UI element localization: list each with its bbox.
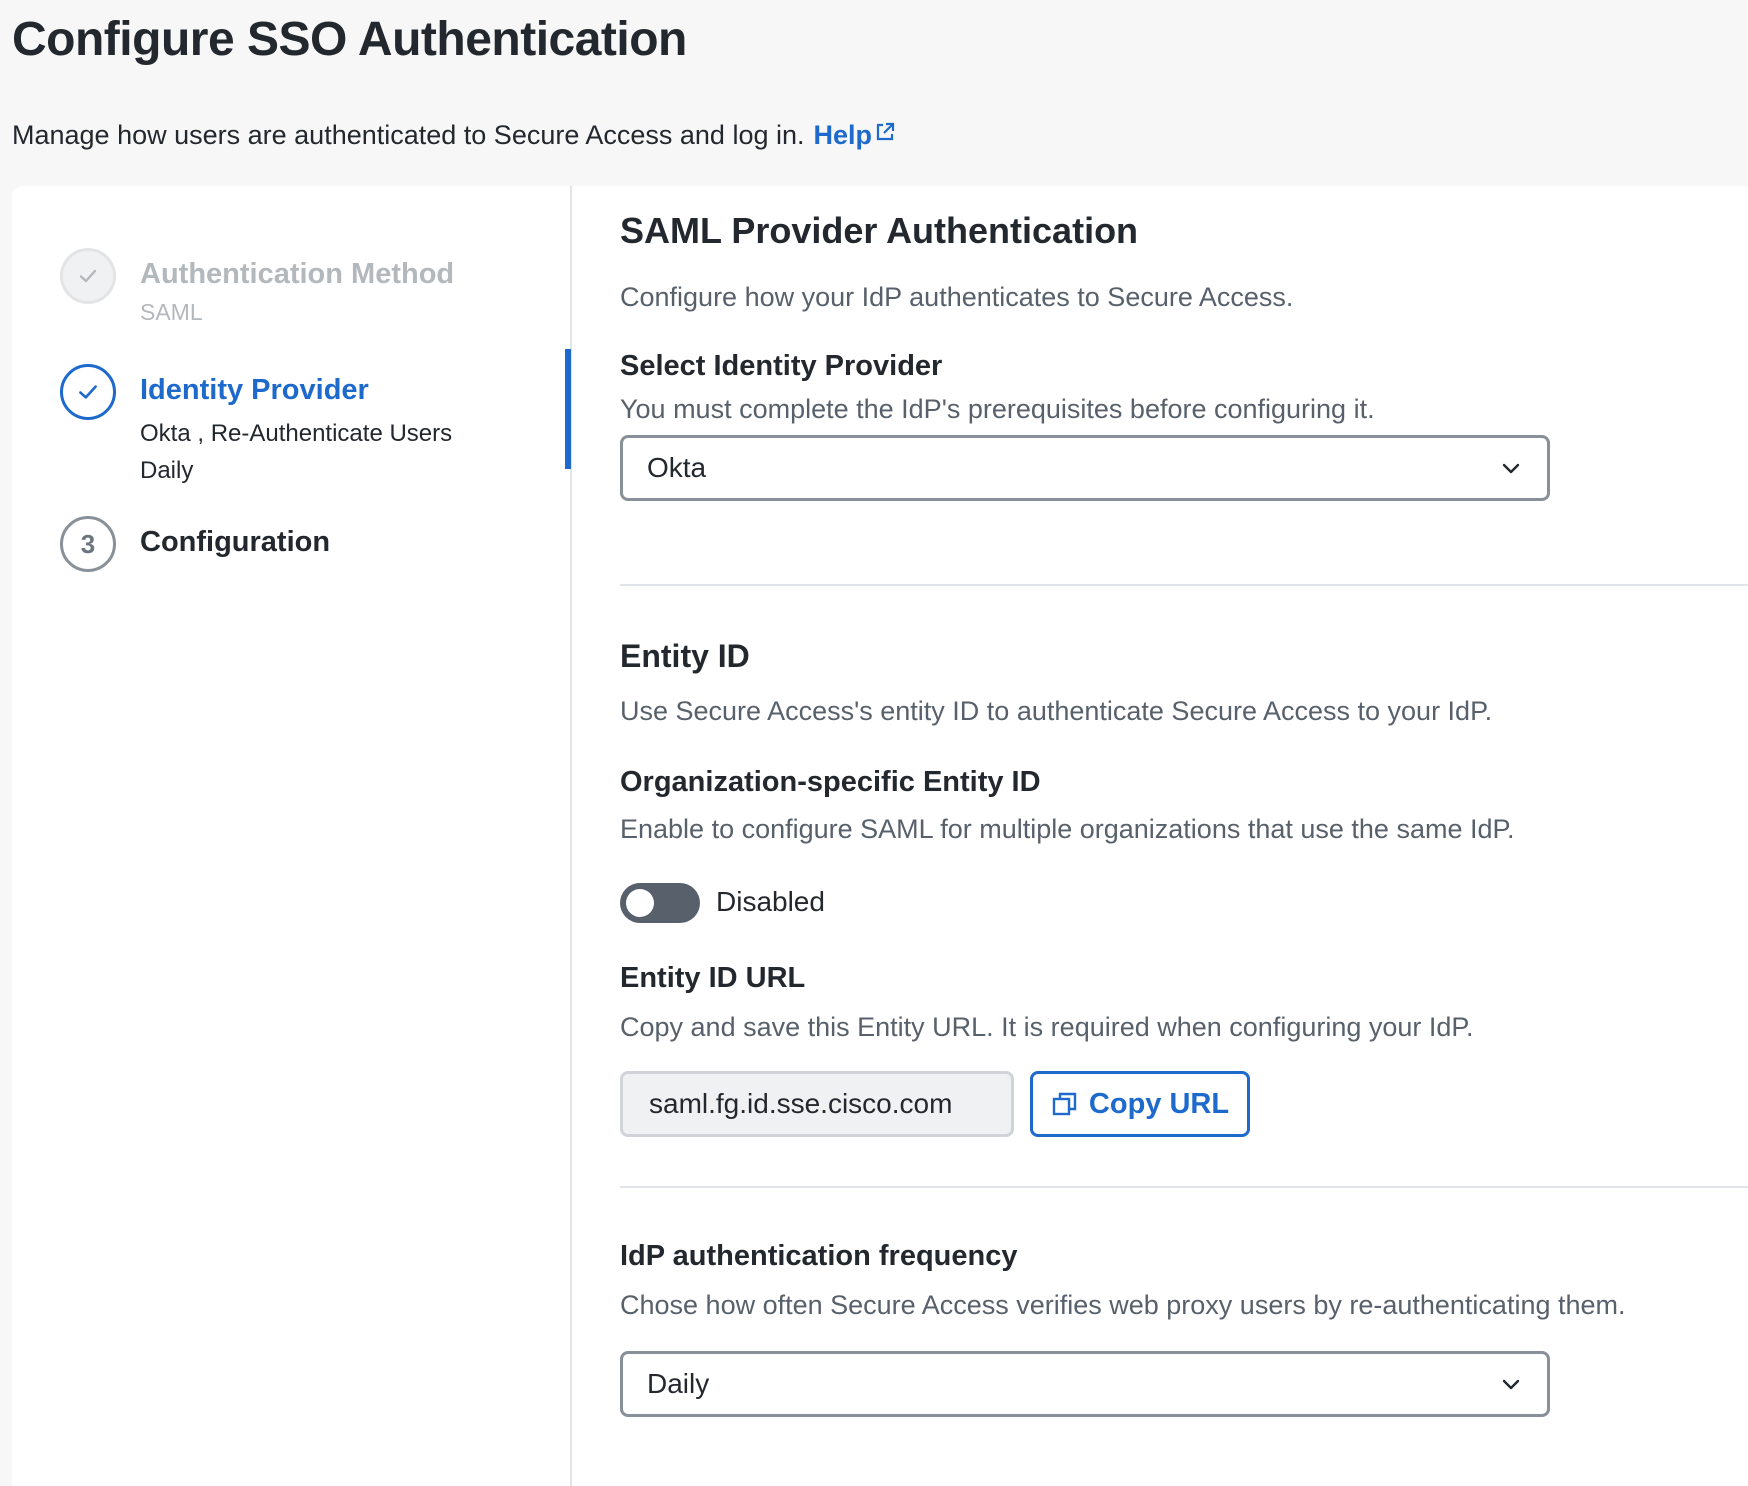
section-description-saml: Configure how your IdP authenticates to … xyxy=(620,282,1294,312)
frequency-label: IdP authentication frequency xyxy=(620,1240,1018,1272)
copy-url-button[interactable]: Copy URL xyxy=(1030,1071,1250,1137)
step-subtitle: SAML xyxy=(140,299,203,325)
page-subtitle: Manage how users are authenticated to Se… xyxy=(12,120,896,151)
entity-url-field[interactable]: saml.fg.id.sse.cisco.com xyxy=(620,1071,1014,1137)
org-entity-help: Enable to configure SAML for multiple or… xyxy=(620,814,1515,844)
select-idp-label: Select Identity Provider xyxy=(620,350,943,382)
frequency-select-value: Daily xyxy=(647,1368,710,1399)
step-identity-provider[interactable]: Identity Provider Okta , Re-Authenticate… xyxy=(60,364,500,489)
active-step-indicator xyxy=(565,349,571,469)
wizard-stepper: Authentication Method SAML Identity Prov… xyxy=(12,186,572,1486)
section-description-entity: Use Secure Access's entity ID to authent… xyxy=(620,696,1493,726)
copy-icon xyxy=(1052,1092,1077,1116)
step-configuration[interactable]: 3 Configuration xyxy=(60,516,330,572)
org-entity-label: Organization-specific Entity ID xyxy=(620,766,1041,798)
step-title: Configuration xyxy=(140,526,331,558)
entity-url-label: Entity ID URL xyxy=(620,962,806,994)
section-title-saml: SAML Provider Authentication xyxy=(620,210,1139,251)
page-title: Configure SSO Authentication xyxy=(12,13,687,66)
help-link-label: Help xyxy=(813,120,873,150)
sso-config-card: Authentication Method SAML Identity Prov… xyxy=(12,186,1748,1486)
step-complete-circle xyxy=(60,248,116,304)
page-subtitle-text: Manage how users are authenticated to Se… xyxy=(12,120,805,150)
section-title-entity: Entity ID xyxy=(620,638,750,674)
step-number-circle: 3 xyxy=(60,516,116,572)
section-divider xyxy=(620,1186,1748,1188)
select-idp-help: You must complete the IdP's prerequisite… xyxy=(620,394,1375,424)
org-entity-toggle[interactable] xyxy=(620,883,700,923)
step-active-circle xyxy=(60,364,116,420)
section-divider xyxy=(620,584,1748,586)
frequency-help: Chose how often Secure Access verifies w… xyxy=(620,1290,1626,1320)
check-icon xyxy=(79,385,97,399)
check-icon xyxy=(79,269,97,283)
help-link[interactable]: Help xyxy=(814,120,897,151)
copy-url-label: Copy URL xyxy=(1088,1087,1230,1120)
frequency-select[interactable]: Daily xyxy=(620,1351,1550,1417)
step-title: Authentication Method xyxy=(140,258,455,290)
external-link-icon xyxy=(876,122,895,140)
toggle-knob xyxy=(626,889,654,917)
step-title: Identity Provider xyxy=(140,374,369,406)
idp-select-value: Okta xyxy=(647,452,707,483)
idp-select[interactable]: Okta xyxy=(620,435,1550,501)
step-authentication-method[interactable]: Authentication Method SAML xyxy=(60,248,454,326)
org-entity-toggle-label: Disabled xyxy=(716,886,825,917)
step-subtitle: Okta , Re-Authenticate Users Daily xyxy=(140,420,453,484)
chevron-down-icon xyxy=(1502,1379,1520,1390)
entity-url-help: Copy and save this Entity URL. It is req… xyxy=(620,1012,1474,1042)
chevron-down-icon xyxy=(1502,463,1520,474)
